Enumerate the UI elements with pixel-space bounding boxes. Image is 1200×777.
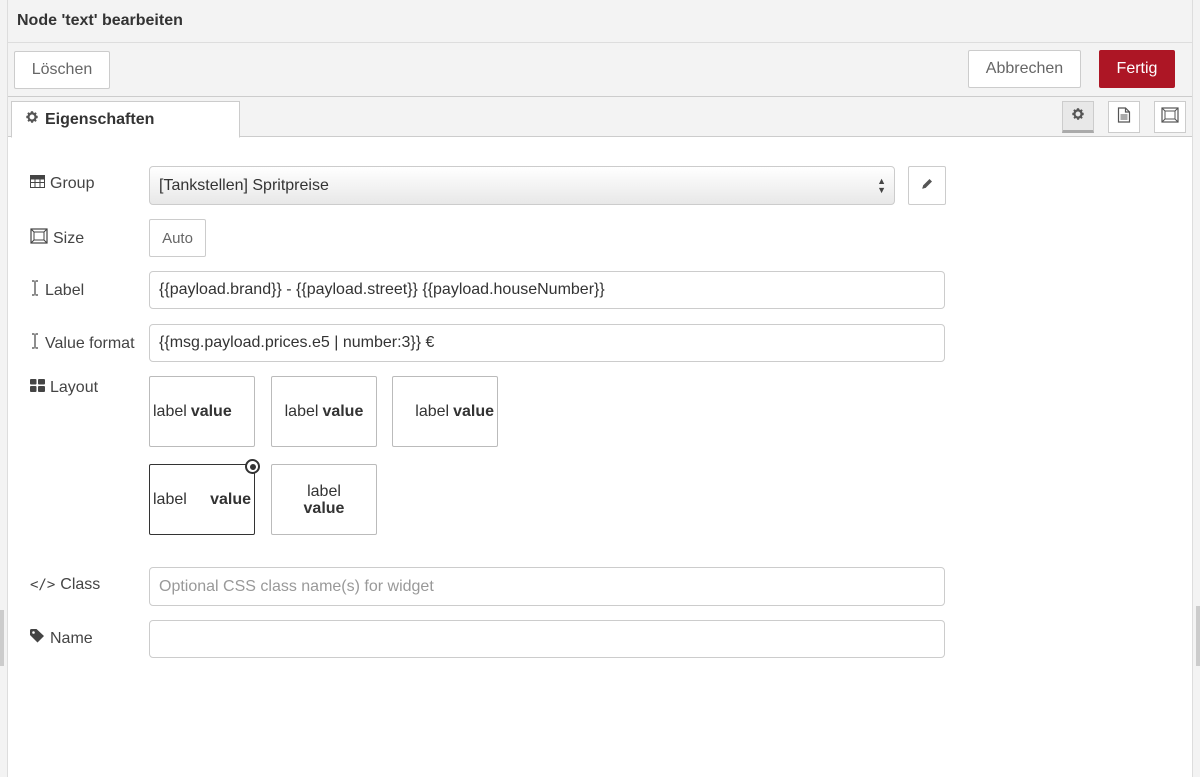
layout-option-row-center[interactable]: label value <box>271 376 377 447</box>
selected-radio-icon <box>245 459 260 474</box>
value-format-input[interactable]: {{msg.payload.prices.e5 | number:3}} € <box>149 324 945 362</box>
gear-icon <box>25 110 39 129</box>
layout-option-value: value <box>190 402 232 420</box>
name-label: Name <box>50 629 93 647</box>
layout-option-label: label <box>153 402 187 420</box>
cancel-button[interactable]: Abbrechen <box>968 50 1081 88</box>
class-label: Class <box>60 576 101 593</box>
layout-option-value: value <box>210 490 251 508</box>
grid-icon <box>30 379 45 397</box>
frame-icon <box>30 228 48 249</box>
layout-option-label: label <box>284 402 319 420</box>
layout-option-label: label <box>307 482 341 500</box>
label-input[interactable]: {{payload.brand}} - {{payload.street}} {… <box>149 271 945 309</box>
layout-row-label: Layout <box>30 379 98 397</box>
value-format-input-value: {{msg.payload.prices.e5 | number:3}} € <box>159 334 435 351</box>
tray-toolbar: Löschen Abbrechen Fertig <box>8 43 1192 97</box>
tray-title: Node 'text' bearbeiten <box>17 12 183 29</box>
layout-option-label: label <box>153 490 187 508</box>
tab-properties[interactable]: Eigenschaften <box>11 101 240 138</box>
size-label: Size <box>53 229 85 247</box>
left-resize-handle[interactable] <box>0 610 4 666</box>
edit-group-button[interactable] <box>908 166 946 205</box>
layout-option-label: label <box>415 402 450 420</box>
tab-description[interactable] <box>1108 101 1140 133</box>
layout-option-row-left[interactable]: label value <box>149 376 255 447</box>
pencil-icon <box>921 177 933 195</box>
layout-option-row-right[interactable]: label value <box>392 376 498 447</box>
tab-bar: Eigenschaften <box>8 97 1192 138</box>
edit-tray: Node 'text' bearbeiten Löschen Abbrechen… <box>7 0 1193 777</box>
layout-label: Layout <box>50 379 99 396</box>
layout-option-value: value <box>453 402 494 420</box>
done-button[interactable]: Fertig <box>1099 50 1175 88</box>
document-icon <box>1117 106 1131 128</box>
text-cursor-icon <box>30 333 40 354</box>
group-select-value: [Tankstellen] Spritpreise <box>159 176 329 194</box>
label-row-label: Label <box>30 280 84 301</box>
group-label: Group <box>50 175 95 192</box>
layout-option-value: value <box>303 499 345 517</box>
right-scrollbar[interactable] <box>1196 606 1200 666</box>
layout-option-row-spread[interactable]: label value <box>149 459 260 535</box>
select-arrows-icon: ▲ ▼ <box>877 176 886 195</box>
label-label: Label <box>45 281 85 299</box>
group-select[interactable]: [Tankstellen] Spritpreise ▲ ▼ <box>149 166 895 205</box>
name-input[interactable] <box>149 620 945 658</box>
table-icon <box>30 175 45 193</box>
properties-form: Group [Tankstellen] Spritpreise ▲ ▼ Size … <box>8 138 1192 777</box>
value-format-row-label: Value format <box>30 333 135 354</box>
size-row-label: Size <box>30 228 84 249</box>
class-input-placeholder: Optional CSS class name(s) for widget <box>159 577 434 595</box>
class-row-label: </> Class <box>30 576 100 594</box>
group-row-label: Group <box>30 175 94 193</box>
tab-appearance[interactable] <box>1154 101 1186 133</box>
tab-properties-label: Eigenschaften <box>45 110 155 128</box>
tray-header: Node 'text' bearbeiten <box>8 0 1192 43</box>
delete-button[interactable]: Löschen <box>14 51 110 89</box>
layout-option-value: value <box>322 402 364 420</box>
value-format-label: Value format <box>45 334 135 352</box>
text-cursor-icon <box>30 280 40 301</box>
tab-icon-group <box>1062 101 1186 133</box>
frame-icon <box>1161 106 1179 128</box>
layout-option-column-center[interactable]: label value <box>271 464 377 535</box>
tab-settings[interactable] <box>1062 101 1094 133</box>
name-row-label: Name <box>30 629 93 648</box>
class-input[interactable]: Optional CSS class name(s) for widget <box>149 567 945 606</box>
tag-icon <box>30 629 45 648</box>
size-button[interactable]: Auto <box>149 219 206 257</box>
label-input-value: {{payload.brand}} - {{payload.street}} {… <box>159 281 605 298</box>
code-icon: </> <box>30 577 56 593</box>
gear-icon <box>1071 107 1085 126</box>
